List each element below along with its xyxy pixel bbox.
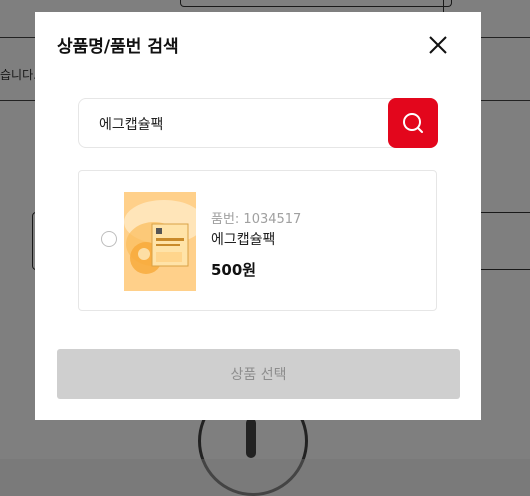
search-input[interactable]	[99, 113, 379, 135]
product-radio[interactable]	[101, 231, 117, 247]
product-search-modal: 상품명/품번 검색 에그캡슐팩 품번: 1034517 에그캡슐팩 500원 상…	[35, 12, 481, 420]
search-button[interactable]	[388, 98, 438, 148]
product-result-card[interactable]: 품번: 1034517 에그캡슐팩 500원	[78, 170, 437, 311]
close-button[interactable]	[423, 30, 453, 60]
product-name: 에그캡슐팩	[211, 232, 276, 248]
search-icon	[403, 113, 423, 133]
search-field	[78, 98, 437, 148]
product-code: 품번: 1034517	[211, 212, 302, 227]
select-product-button[interactable]: 상품 선택	[57, 349, 460, 399]
product-thumbnail	[124, 192, 196, 291]
modal-title: 상품명/품번 검색	[57, 37, 179, 57]
product-price: 500원	[211, 261, 257, 279]
close-icon	[429, 36, 447, 54]
